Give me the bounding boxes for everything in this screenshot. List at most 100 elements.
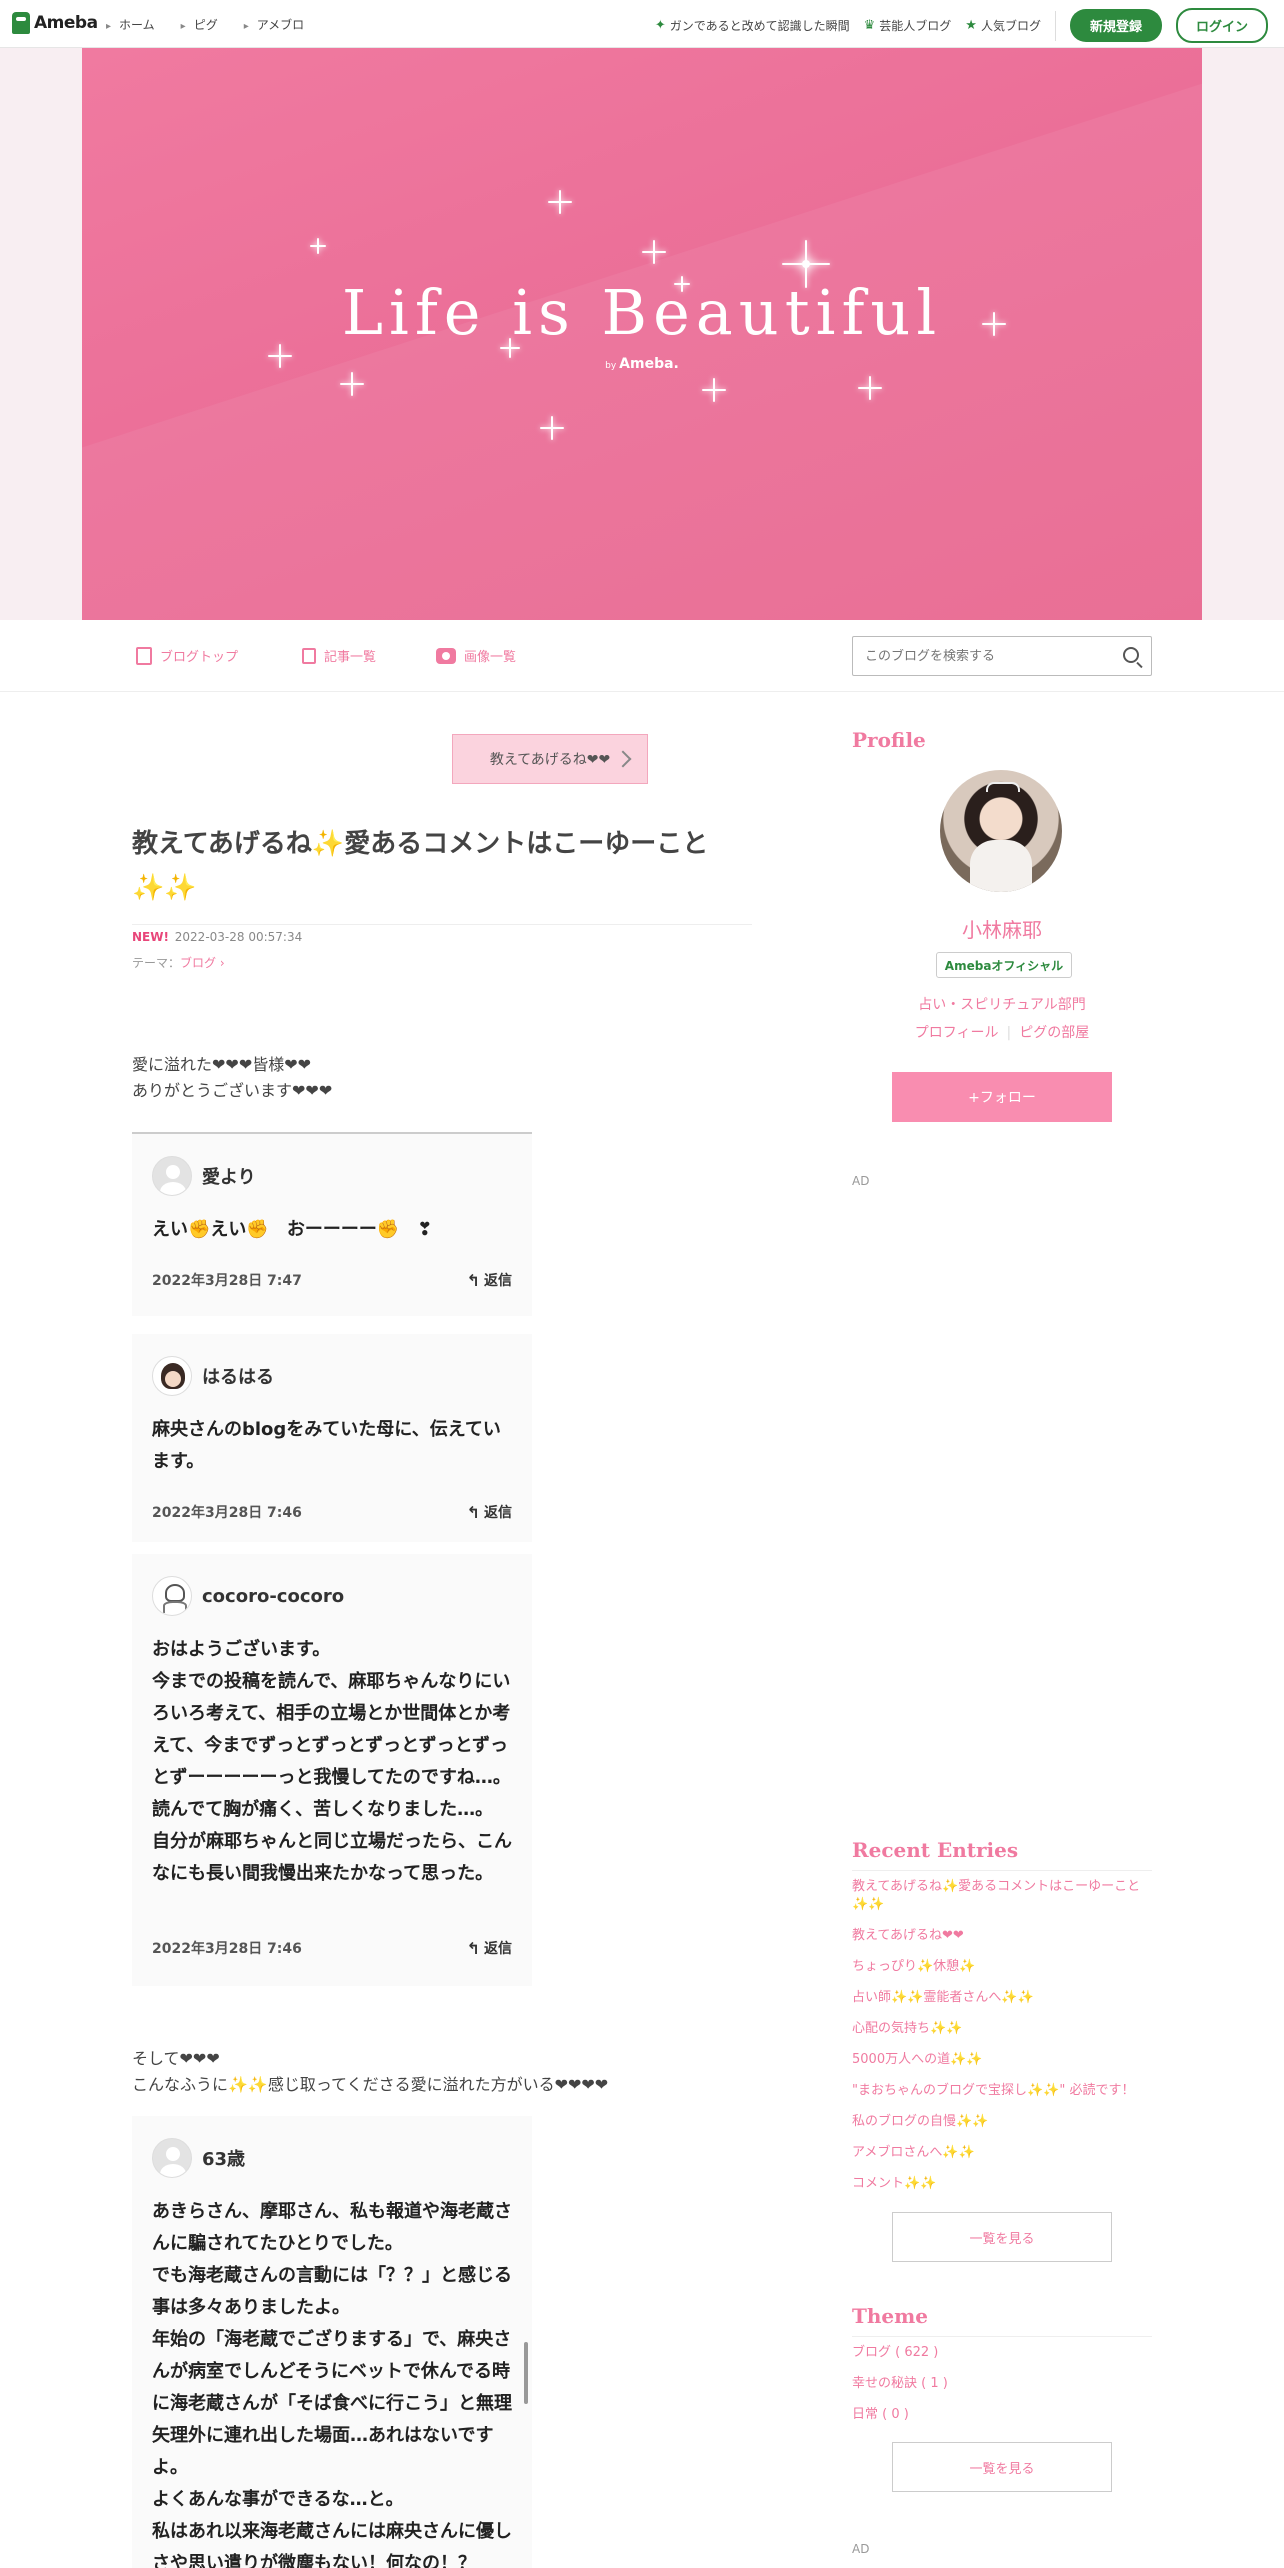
signup-button[interactable]: 新規登録 (1069, 9, 1162, 42)
theme-label: テーマ： (132, 956, 181, 970)
entry-meta: NEW! 2022-03-28 00:57:34 (132, 930, 302, 944)
theme-heading: Theme (852, 2304, 1152, 2337)
theme-more-button[interactable]: 一覧を見る (892, 2442, 1112, 2492)
entry-theme: テーマ：ブログ › (132, 956, 225, 970)
star-icon: ★ (965, 18, 977, 33)
recent-entry-link[interactable]: 占い師✨✨霊能者さんへ✨✨ (852, 1989, 1152, 2007)
popular-blog-label: 人気ブログ (980, 19, 1041, 33)
comment-author: 愛より (202, 1167, 256, 1188)
ameba-logo[interactable]: Ameba (12, 12, 98, 34)
follow-button[interactable]: +フォロー (892, 1072, 1112, 1122)
profile-photo[interactable] (940, 770, 1062, 892)
profile-category[interactable]: 占い・スピリチュアル部門 (852, 994, 1152, 1014)
ameba-logo-icon (12, 12, 30, 34)
blog-search-input[interactable] (865, 648, 1105, 664)
header-right: ✦ ガンであると改めて認識した瞬間 ♛ 芸能人ブログ ★ 人気ブログ 新規登録 ログイ… (655, 8, 1268, 43)
theme-list: ブログ ( 622 ) 幸せの秘訣 ( 1 ) 日常 ( 0 ) (852, 2344, 1152, 2437)
entry-body: そして❤❤❤ こんなふうに✨✨感じ取ってくださる愛に溢れた方がいる❤❤❤❤ (132, 2046, 608, 2098)
crown-icon: ♛ (863, 18, 876, 33)
blog-nav: ブログトップ 記事一覧 画像一覧 (0, 620, 1284, 692)
sparkle-icon (548, 190, 572, 214)
camera-icon (436, 647, 456, 664)
recent-entry-link[interactable]: 教えてあげるね❤❤ (852, 1927, 1152, 1945)
comment-date: 2022年3月28日 7:46 (152, 1941, 302, 1957)
reply-button[interactable]: ↰ 返信 (467, 1502, 512, 1522)
comment-text: おはようございます。 今までの投稿を読んで、麻耶ちゃんなりにいろいろ考えて、相手… (152, 1639, 512, 1884)
reply-button[interactable]: ↰ 返信 (467, 1270, 512, 1290)
recent-entry-link[interactable]: "まおちゃんのブログで宝探し✨✨" 必読です！ (852, 2082, 1152, 2100)
nav-image-list-label: 画像一覧 (464, 650, 517, 665)
sparkle-icon (702, 378, 726, 402)
document-icon (136, 646, 152, 665)
related-entry-label: 教えてあげるね❤❤ (489, 752, 611, 768)
comment-text: えい✊えい✊ おーーーー✊ ❣ (152, 1219, 433, 1240)
reply-button[interactable]: ↰ 返信 (467, 1938, 512, 1958)
recent-entry-link[interactable]: コメント✨✨ (852, 2175, 1152, 2193)
avatar (152, 1576, 192, 1616)
theme-link[interactable]: ブログ (180, 956, 216, 970)
ad-label: AD (852, 1174, 870, 1188)
recent-entry-link[interactable]: アメブロさんへ✨✨ (852, 2144, 1152, 2162)
recent-entry-link[interactable]: 心配の気持ち✨✨ (852, 2020, 1152, 2038)
nav-entry-list[interactable]: 記事一覧 (302, 646, 376, 665)
nav-blog-top-label: ブログトップ (160, 650, 239, 665)
entry-intro: 愛に溢れた❤❤❤皆様❤❤ ありがとうございます❤❤❤ (132, 1052, 332, 1104)
comment-card: はるはる 麻央さんのblogをみていた母に、伝えています。 2022年3月28日… (132, 1334, 532, 1542)
popular-blog-link[interactable]: ★ 人気ブログ (965, 17, 1041, 34)
recent-more-button[interactable]: 一覧を見る (892, 2212, 1112, 2262)
recent-entry-link[interactable]: 5000万人への道✨✨ (852, 2051, 1152, 2069)
sparkle-icon (540, 416, 564, 440)
trending-link[interactable]: ✦ ガンであると改めて認識した瞬間 (655, 17, 850, 34)
recent-entries-heading: Recent Entries (852, 1838, 1152, 1871)
celebrity-blog-label: 芸能人ブログ (879, 19, 952, 33)
entry-date: 2022-03-28 00:57:34 (174, 930, 303, 944)
ameba-logo-text: Ameba (34, 13, 98, 33)
comment-text: 麻央さんのblogをみていた母に、伝えています。 (152, 1419, 501, 1472)
login-button[interactable]: ログイン (1175, 8, 1268, 43)
entry-title: 教えてあげるね✨愛あるコメントはこーゆーこと✨✨ (132, 822, 752, 925)
comment-card: 63歳 あきらさん、摩耶さん、私も報道や海老蔵さんに騙されてたひとりでした。 で… (132, 2116, 532, 2568)
comment-date: 2022年3月28日 7:47 (152, 1273, 302, 1289)
nav-blog-top[interactable]: ブログトップ (136, 646, 238, 665)
avatar (152, 2138, 192, 2178)
comment-author: cocoro-cocoro (202, 1585, 345, 1607)
search-icon[interactable] (1123, 647, 1139, 663)
recent-entry-link[interactable]: ちょっぴり✨休憩✨ (852, 1958, 1152, 1976)
comment-scrollbar[interactable] (524, 2342, 528, 2404)
nav-home[interactable]: ホーム (106, 16, 155, 33)
theme-link[interactable]: ブログ ( 622 ) (852, 2344, 1152, 2362)
recent-entry-link[interactable]: 教えてあげるね✨愛あるコメントはこーゆーこと✨✨ (852, 1878, 1152, 1914)
blog-header-banner[interactable]: Life is Beautiful by Ameba. (82, 48, 1202, 620)
pig-room-link[interactable]: ピグの部屋 (1019, 1025, 1089, 1041)
comment-text: あきらさん、摩耶さん、私も報道や海老蔵さんに騙されてたひとりでした。 でも海老蔵… (152, 2201, 512, 2568)
new-badge: NEW! (132, 930, 169, 944)
trending-link-label: ガンであると改めて認識した瞬間 (669, 19, 850, 33)
profile-heading: Profile (852, 728, 926, 752)
comment-card: cocoro-cocoro おはようございます。 今までの投稿を読んで、麻耶ちゃ… (132, 1554, 532, 1986)
comment-author: 63歳 (202, 2149, 246, 2170)
profile-name[interactable]: 小林麻耶 (852, 914, 1152, 943)
celebrity-blog-link[interactable]: ♛ 芸能人ブログ (864, 17, 952, 34)
byline-prefix: by (605, 361, 617, 371)
header-divider (1054, 10, 1056, 41)
ad-label: AD (852, 2542, 870, 2556)
nav-pigg[interactable]: ピグ (181, 16, 218, 33)
intro-line: ありがとうございます❤❤❤ (132, 1081, 333, 1100)
global-nav: ホーム ピグ アメブロ (106, 16, 304, 33)
link-divider: | (1006, 1025, 1012, 1041)
nav-image-list[interactable]: 画像一覧 (436, 646, 516, 665)
comment-date: 2022年3月28日 7:46 (152, 1505, 302, 1521)
sparkle-icon (858, 376, 882, 400)
copy-icon (302, 647, 316, 664)
nav-entry-list-label: 記事一覧 (324, 650, 377, 665)
reply-arrow-icon: ↰ (466, 1938, 480, 1958)
recent-entry-link[interactable]: 私のブログの自慢✨✨ (852, 2113, 1152, 2131)
sparkle-icon (310, 238, 326, 254)
theme-link[interactable]: 日常 ( 0 ) (852, 2406, 1152, 2424)
nav-ameblo[interactable]: アメブロ (244, 16, 304, 33)
blog-title: Life is Beautiful (341, 276, 943, 349)
profile-link[interactable]: プロフィール (915, 1025, 999, 1041)
theme-link[interactable]: 幸せの秘訣 ( 1 ) (852, 2375, 1152, 2393)
avatar (152, 1156, 192, 1196)
related-entry-button[interactable]: 教えてあげるね❤❤ (452, 734, 648, 784)
